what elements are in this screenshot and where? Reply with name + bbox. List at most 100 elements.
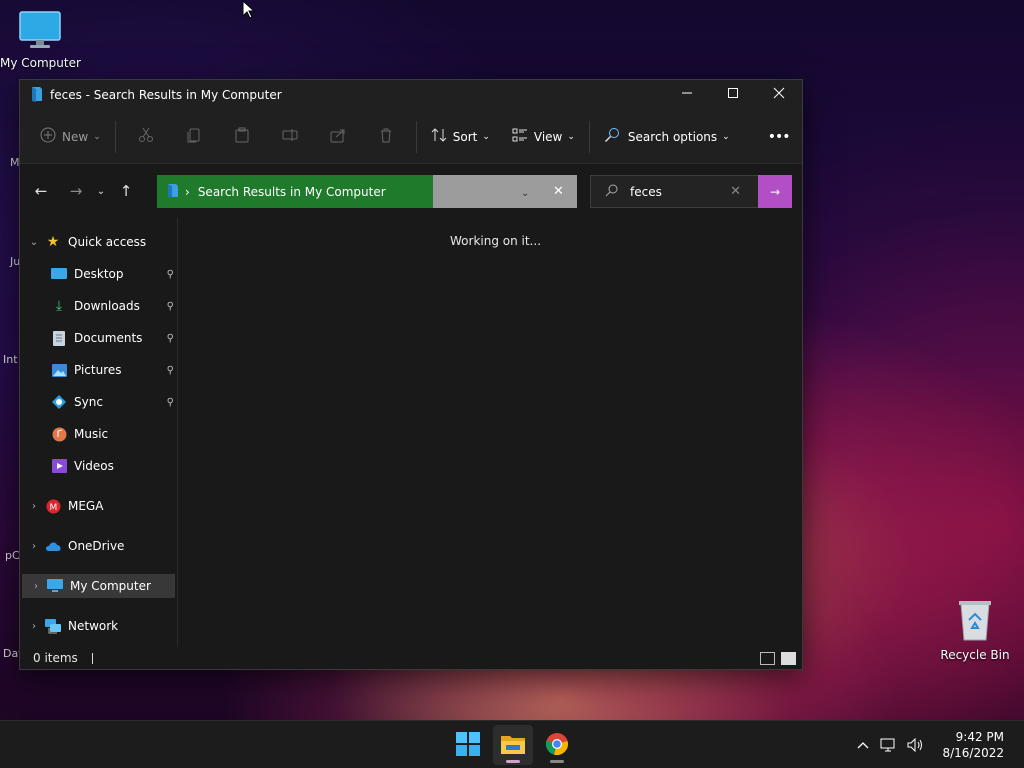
toolbar-separator	[114, 120, 116, 153]
nav-item-music[interactable]: Music	[20, 422, 176, 446]
taskbar-chrome[interactable]	[537, 725, 577, 765]
desktop-icon-my-computer[interactable]: My Computer	[0, 10, 81, 70]
nav-item-desktop[interactable]: Desktop ⚲	[20, 262, 176, 286]
chevron-right-icon[interactable]: ›	[24, 621, 44, 632]
rename-icon	[282, 127, 298, 146]
more-options-button[interactable]: •••	[760, 119, 798, 155]
show-hidden-icons-button[interactable]	[850, 741, 876, 749]
maximize-button[interactable]	[710, 80, 756, 110]
delete-button[interactable]	[362, 127, 410, 146]
forward-button[interactable]: →	[61, 176, 91, 206]
stop-search-button[interactable]: ✕	[553, 184, 564, 199]
clear-search-button[interactable]: ✕	[730, 184, 741, 199]
network-status-icon[interactable]	[876, 737, 902, 753]
nav-item-mega[interactable]: › M MEGA	[20, 494, 176, 518]
nav-item-documents[interactable]: Documents ⚲	[20, 326, 176, 350]
breadcrumb[interactable]: › Search Results in My Computer	[157, 175, 433, 208]
chevron-down-icon: ⌄	[96, 185, 106, 197]
toolbar-separator	[415, 120, 417, 153]
mouse-cursor-icon	[242, 0, 256, 19]
share-button[interactable]	[314, 127, 362, 146]
picture-icon	[50, 362, 68, 378]
rename-button[interactable]	[266, 127, 314, 146]
new-button[interactable]: New ⌄	[32, 119, 109, 155]
search-go-button[interactable]: →	[758, 175, 792, 208]
address-dropdown-button[interactable]: ⌄	[521, 185, 529, 199]
nav-item-my-computer[interactable]: › My Computer	[22, 574, 175, 598]
taskbar-file-explorer[interactable]	[493, 725, 533, 765]
copy-button[interactable]	[170, 127, 218, 146]
copy-icon	[186, 127, 202, 146]
nav-item-sync[interactable]: Sync ⚲	[20, 390, 176, 414]
search-input[interactable]: feces	[630, 185, 662, 199]
sort-button[interactable]: Sort ⌄	[423, 119, 498, 155]
plus-circle-icon	[40, 127, 56, 146]
pin-icon: ⚲	[166, 396, 174, 408]
pin-icon: ⚲	[166, 300, 174, 312]
desktop-partial-label: pC	[5, 549, 20, 562]
nav-item-label: Music	[74, 427, 109, 441]
pin-icon: ⚲	[166, 364, 174, 376]
minimize-button[interactable]	[664, 80, 710, 110]
toolbar-separator	[588, 120, 590, 153]
close-icon: ✕	[730, 184, 741, 199]
window-title: feces - Search Results in My Computer	[50, 88, 282, 102]
navigation-pane[interactable]: ⌄ ★ Quick access Desktop ⚲ ⤓ Downloads ⚲…	[20, 218, 178, 647]
more-dots-icon: •••	[767, 128, 791, 145]
up-button[interactable]: ↑	[111, 176, 141, 206]
paste-button[interactable]	[218, 127, 266, 146]
details-view-icon[interactable]	[760, 651, 775, 665]
chevron-right-icon[interactable]: ›	[26, 581, 46, 592]
nav-item-onedrive[interactable]: › OneDrive	[20, 534, 176, 558]
close-button[interactable]	[756, 80, 802, 110]
arrow-right-icon: →	[769, 184, 781, 199]
chevron-down-icon[interactable]: ⌄	[24, 237, 44, 248]
desktop-partial-label: Int	[3, 353, 18, 366]
scissors-icon	[138, 127, 154, 146]
nav-item-label: MEGA	[68, 499, 104, 513]
view-button[interactable]: View ⌄	[504, 119, 583, 155]
nav-item-label: Desktop	[74, 267, 124, 281]
item-count: 0 items	[33, 651, 78, 665]
nav-item-network[interactable]: › Network	[20, 614, 176, 638]
download-icon: ⤓	[55, 298, 63, 314]
clock-date: 8/16/2022	[942, 746, 1004, 760]
chevron-down-icon: ⌄	[482, 131, 490, 142]
nav-item-pictures[interactable]: Pictures ⚲	[20, 358, 176, 382]
search-options-icon	[604, 127, 622, 146]
back-button[interactable]: ←	[26, 176, 56, 206]
desktop-icon-recycle-bin[interactable]: Recycle Bin	[935, 598, 1015, 662]
close-icon	[773, 87, 785, 103]
recent-locations-button[interactable]: ⌄	[91, 176, 111, 206]
close-icon: ✕	[553, 184, 564, 199]
minimize-icon	[681, 87, 693, 103]
volume-icon[interactable]	[902, 737, 928, 753]
nav-item-label: My Computer	[70, 579, 151, 593]
search-options-button[interactable]: Search options ⌄	[596, 119, 738, 155]
status-divider	[91, 652, 93, 664]
arrow-up-icon: ↑	[119, 182, 133, 200]
chevron-right-icon[interactable]: ›	[24, 501, 44, 512]
taskbar-clock[interactable]: 9:42 PM 8/16/2022	[942, 729, 1004, 761]
start-button[interactable]	[448, 725, 488, 765]
arrow-left-icon: ←	[34, 182, 48, 200]
chevron-down-icon: ⌄	[93, 131, 101, 142]
search-box[interactable]: feces ✕ →	[590, 175, 792, 208]
running-indicator	[550, 760, 564, 763]
monitor-icon	[46, 578, 64, 594]
search-folder-icon	[167, 183, 179, 201]
search-icon	[605, 184, 618, 200]
title-bar[interactable]: feces - Search Results in My Computer	[20, 80, 802, 110]
chevron-right-icon[interactable]: ›	[24, 541, 44, 552]
chevron-down-icon: ⌄	[567, 131, 575, 142]
status-bar: 0 items	[20, 647, 802, 669]
nav-item-downloads[interactable]: ⤓ Downloads ⚲	[20, 294, 176, 318]
nav-item-quick-access[interactable]: ⌄ ★ Quick access	[20, 230, 176, 254]
nav-item-videos[interactable]: Videos	[20, 454, 176, 478]
address-bar[interactable]: › Search Results in My Computer ⌄ ✕	[157, 175, 577, 208]
recycle-bin-icon	[955, 601, 995, 645]
chevron-down-icon: ⌄	[521, 187, 530, 199]
large-icons-view-icon[interactable]	[781, 651, 796, 665]
results-pane[interactable]: Working on it...	[178, 218, 802, 647]
cut-button[interactable]	[122, 127, 170, 146]
